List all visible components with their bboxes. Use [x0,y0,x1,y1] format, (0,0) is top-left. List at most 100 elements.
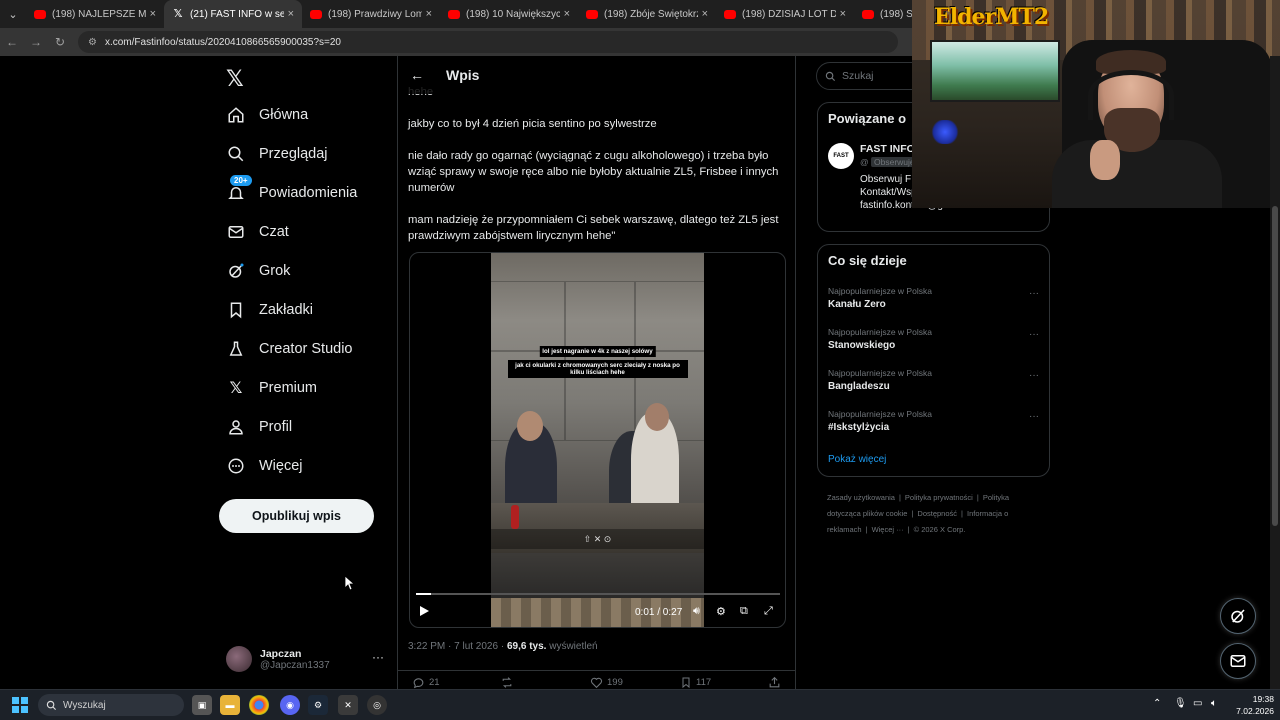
trend-item[interactable]: Najpopularniejsze w Polska Stanowskiego … [828,327,1043,351]
related-handle: @ Obserwuje [860,157,918,167]
browser-tab-label: (198) NAJLEPSZE MOMEN [52,8,146,20]
mouse-cursor-icon [345,576,355,590]
taskbar-clock[interactable]: 19:38 7.02.2026 [1226,693,1274,717]
nav-grok[interactable]: Grok [226,254,290,288]
grok-fab-button[interactable] [1220,598,1256,634]
picture-in-picture-icon[interactable]: ⧉ [740,605,748,618]
tab-close-icon[interactable]: × [564,8,570,20]
bookmark-button[interactable]: 117 [680,676,711,689]
nav-profile[interactable]: Profil [226,410,292,444]
video-player[interactable]: lol jest nagranie w 4k z naszej solówy j… [409,252,786,628]
trend-context: Najpopularniejsze w Polska [828,286,932,296]
browser-tab[interactable]: 𝕏 (21) FAST INFO w serwisie × [164,0,302,28]
trend-item[interactable]: Najpopularniejsze w Polska Bangladeszu ·… [828,368,1043,392]
tray-chevron-icon[interactable]: ⌃ [1153,698,1161,709]
repost-icon [502,677,512,688]
nav-premium-label: Premium [259,380,318,396]
play-icon[interactable] [418,605,430,620]
youtube-favicon-icon [862,9,874,19]
nav-creator-studio[interactable]: Creator Studio [226,332,353,366]
page-scrollbar[interactable] [1270,56,1280,690]
volume-icon[interactable]: 🔊︎ [693,605,700,618]
nav-home[interactable]: Główna [226,98,308,132]
trend-context: Najpopularniejsze w Polska [828,327,932,337]
xbox-icon[interactable]: ✕ [338,695,358,715]
trend-more-icon[interactable]: ··· [1029,329,1039,340]
post-timestamp[interactable]: 3:22 PM · 7 lut 2026 · [408,641,507,652]
tab-close-icon[interactable]: × [702,8,708,20]
nav-more[interactable]: Więcej [226,449,303,483]
nav-premium[interactable]: 𝕏 Premium [226,371,317,405]
account-name: Japczan [260,647,302,660]
back-icon[interactable]: ← [0,35,24,49]
related-name[interactable]: FAST INFO [860,143,915,155]
tab-close-icon[interactable]: × [150,8,156,20]
windows-start-icon[interactable] [12,697,28,713]
browser-tab[interactable]: (198) Prawdziwy Lombard × [302,0,440,28]
share-button[interactable] [768,676,785,689]
browser-tab[interactable]: (198) DZISIAJ LOT DO INN × [716,0,854,28]
tab-close-icon[interactable]: × [288,8,294,20]
nav-explore[interactable]: Przeglądaj [226,137,328,171]
notifications-badge: 20+ [230,175,252,186]
address-bar[interactable]: ⚙ x.com/Fastinfoo/status/202041086656590… [78,31,898,53]
browser-tab[interactable]: (198) NAJLEPSZE MOMEN × [26,0,164,28]
account-more-icon[interactable]: ··· [372,650,384,664]
file-explorer-icon[interactable]: ▬ [220,695,240,715]
like-button[interactable]: 199 [590,676,623,689]
youtube-favicon-icon [586,9,598,19]
related-avatar[interactable]: FAST [828,143,854,169]
post-button[interactable]: Opublikuj wpis [219,499,374,533]
reply-button[interactable]: 21 [412,676,440,689]
taskbar-search[interactable]: Wyszukaj [38,694,184,716]
microphone-icon[interactable]: 🎙︎ [1174,698,1187,709]
trend-more-icon[interactable]: ··· [1029,411,1039,422]
nav-bookmarks[interactable]: Zakładki [226,293,313,327]
footer-link[interactable]: Dostępność [917,509,957,518]
footer-link[interactable]: Polityka prywatności [905,493,973,502]
nav-chat[interactable]: Czat [226,215,289,249]
network-icon[interactable]: ▭ [1193,698,1202,709]
nav-notifications[interactable]: 20+ Powiadomienia [226,175,357,210]
bookmark-count: 117 [696,677,712,688]
site-settings-icon[interactable]: ⚙ [88,37,97,48]
x-logo-icon[interactable]: 𝕏 [226,66,244,92]
account-switcher[interactable]: Japczan @Japczan1337 ··· [226,642,386,676]
tab-search-button[interactable]: ⌄ [0,0,26,28]
footer-link[interactable]: © 2026 X Corp. [914,525,966,534]
trend-more-icon[interactable]: ··· [1029,288,1039,299]
video-caption-2: jak ci okularki z chromowanych serc zlec… [507,360,688,378]
youtube-favicon-icon [724,9,736,19]
steam-icon[interactable]: ⚙ [308,695,328,715]
forward-icon[interactable]: → [24,35,48,49]
trend-name: Kanału Zero [828,299,886,310]
messages-fab-button[interactable] [1220,643,1256,679]
settings-gear-icon[interactable]: ⚙ [716,605,726,618]
search-input[interactable]: Szukaj [816,62,926,90]
footer-link[interactable]: Więcej ··· [872,525,904,534]
reload-icon[interactable]: ↻ [48,35,72,49]
tab-close-icon[interactable]: × [840,8,846,20]
flask-icon [226,339,246,359]
video-progress-bar[interactable] [416,593,780,595]
trend-item[interactable]: Najpopularniejsze w Polska #Iskstylżycia… [828,409,1043,433]
discord-icon[interactable]: ◉ [280,695,300,715]
post-paragraph-1: jakby co to był 4 dzień picia sentino po… [408,118,657,130]
nav-more-label: Więcej [259,458,303,474]
trend-more-icon[interactable]: ··· [1029,370,1039,381]
footer-link[interactable]: Zasady użytkowania [827,493,895,502]
browser-tab[interactable]: (198) Zbóje Świętokrzysc × [578,0,716,28]
like-count: 199 [607,677,623,688]
fullscreen-icon[interactable]: ⤢ [764,605,773,618]
obs-icon[interactable]: ◎ [367,695,387,715]
tab-close-icon[interactable]: × [426,8,432,20]
trend-item[interactable]: Najpopularniejsze w Polska Kanału Zero ·… [828,286,1043,310]
chrome-icon[interactable] [249,695,269,715]
back-arrow-icon[interactable]: ← [410,67,430,83]
mail-icon [226,222,246,242]
repost-button[interactable] [500,676,518,689]
speaker-icon[interactable]: 🔈︎ [1211,698,1217,709]
show-more-link[interactable]: Pokaż więcej [828,454,886,465]
browser-tab[interactable]: (198) 10 Największych Dz × [440,0,578,28]
task-view-icon[interactable]: ▣ [192,695,212,715]
